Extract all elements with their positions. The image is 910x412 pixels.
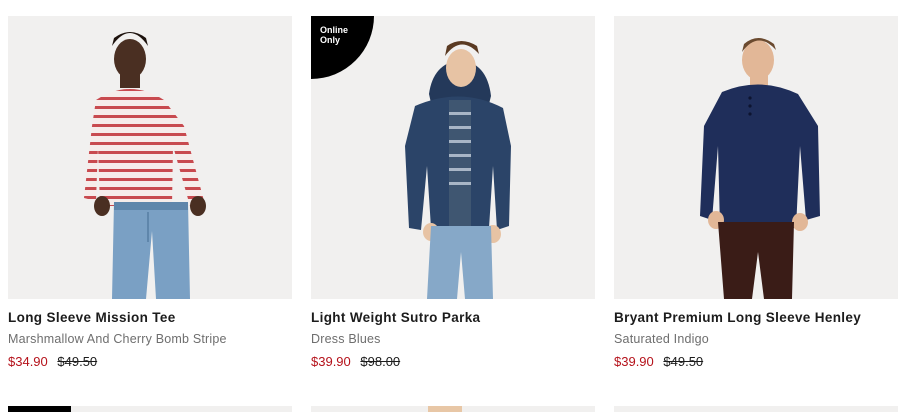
product-card[interactable]: Long Sleeve Mission Tee Marshmallow And … bbox=[8, 16, 292, 369]
product-card[interactable]: Online Only Light Weight Sutro Parka Dre… bbox=[311, 16, 595, 369]
product-name[interactable]: Bryant Premium Long Sleeve Henley bbox=[614, 310, 898, 325]
sale-price: $39.90 bbox=[614, 354, 654, 369]
model-photo bbox=[84, 32, 206, 299]
model-photo-fragment bbox=[428, 406, 462, 412]
original-price: $49.50 bbox=[57, 354, 98, 369]
product-name[interactable]: Long Sleeve Mission Tee bbox=[8, 310, 292, 325]
product-color: Saturated Indigo bbox=[614, 332, 709, 346]
product-price: $39.90 $49.50 bbox=[614, 354, 898, 369]
original-price: $98.00 bbox=[360, 354, 401, 369]
sale-price: $34.90 bbox=[8, 354, 48, 369]
product-grid: Long Sleeve Mission Tee Marshmallow And … bbox=[0, 0, 910, 412]
product-image[interactable]: Online Only bbox=[311, 16, 595, 299]
sale-price: $39.90 bbox=[311, 354, 351, 369]
product-color: Dress Blues bbox=[311, 332, 381, 346]
product-image[interactable] bbox=[614, 16, 898, 299]
product-price: $34.90 $49.50 bbox=[8, 354, 292, 369]
product-image[interactable] bbox=[8, 16, 292, 299]
model-photo bbox=[700, 38, 820, 299]
original-price: $49.50 bbox=[663, 354, 704, 369]
product-card[interactable]: Bryant Premium Long Sleeve Henley Satura… bbox=[614, 16, 898, 369]
product-image-next-row[interactable] bbox=[614, 406, 898, 412]
product-price: $39.90 $98.00 bbox=[311, 354, 595, 369]
product-name[interactable]: Light Weight Sutro Parka bbox=[311, 310, 595, 325]
product-color: Marshmallow And Cherry Bomb Stripe bbox=[8, 332, 227, 346]
badge-label: Online Only bbox=[320, 25, 349, 45]
badge-next-row bbox=[8, 406, 71, 412]
